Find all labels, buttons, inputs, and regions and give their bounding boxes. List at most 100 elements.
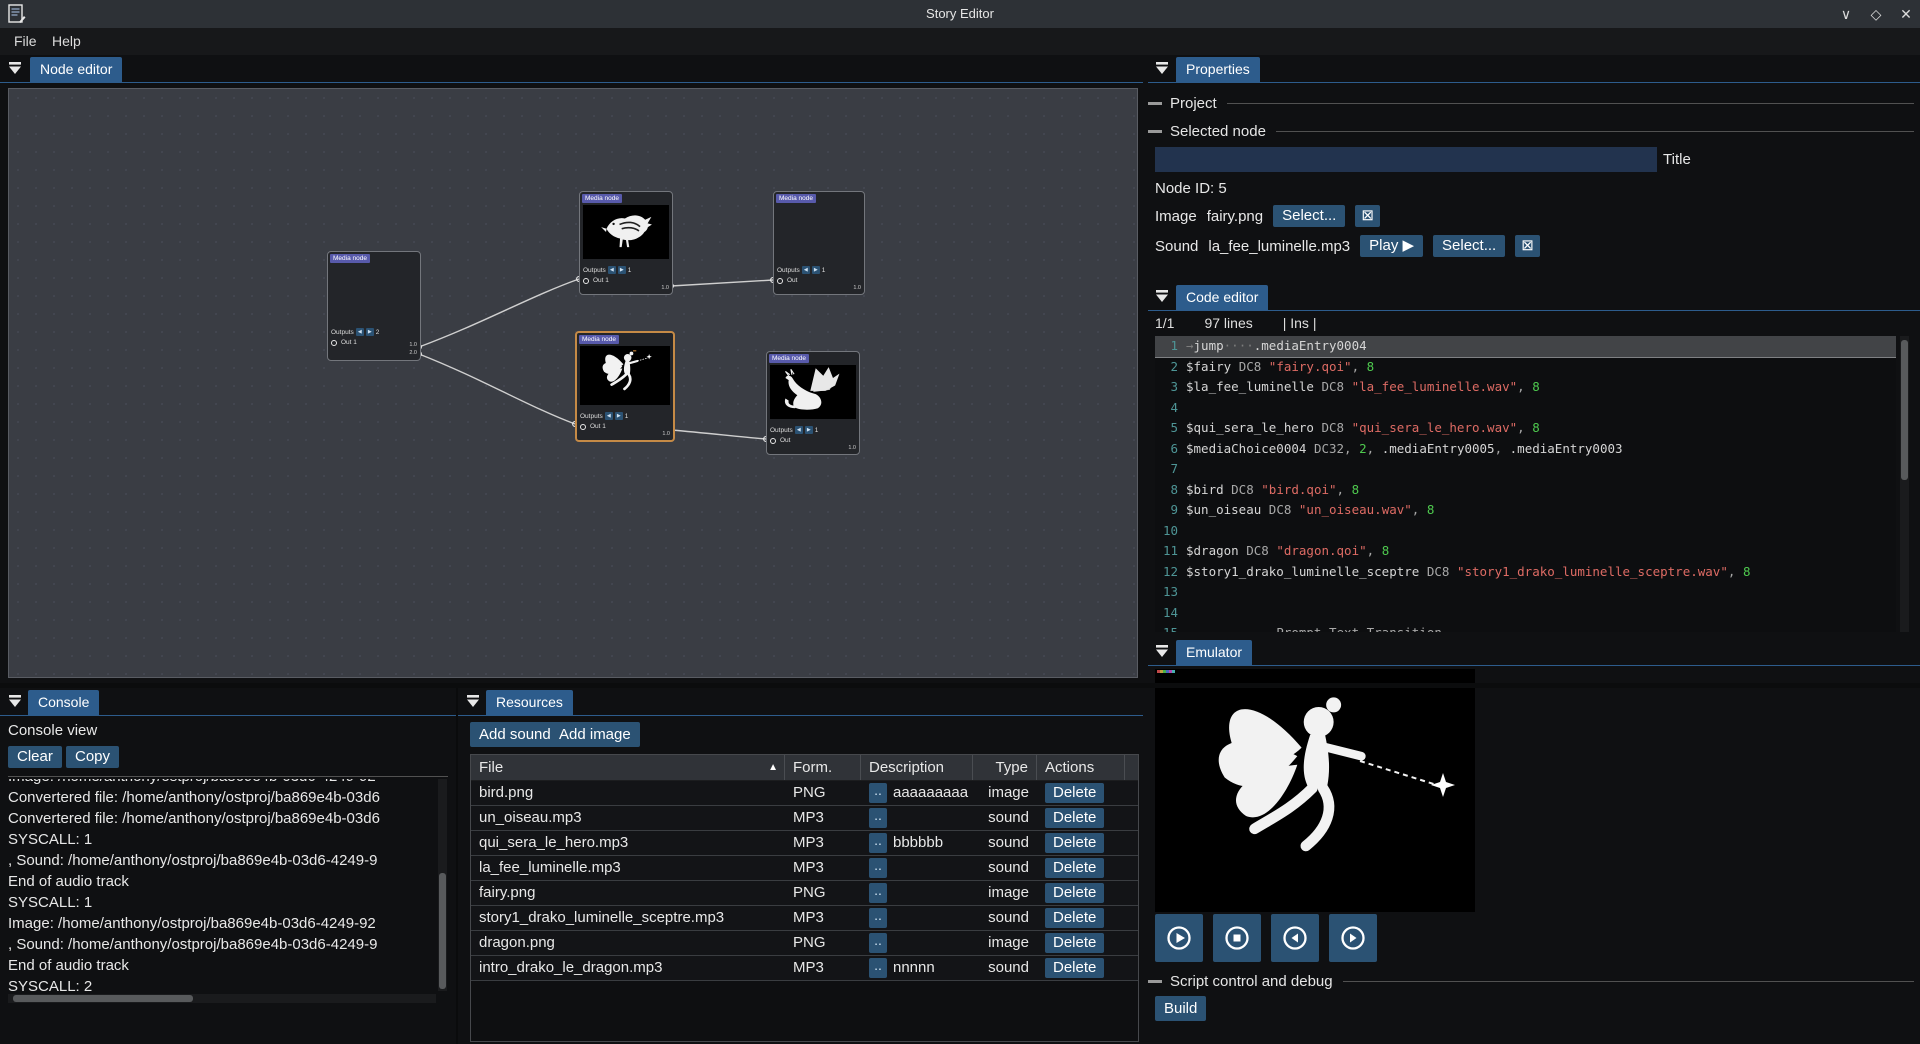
output-pin-label[interactable]: 1.0 bbox=[848, 445, 856, 451]
code-line[interactable]: 5$qui_sera_le_hero DC8 "qui_sera_le_hero… bbox=[1155, 418, 1896, 439]
node-dragon[interactable]: Media nodeOutputs◀▶1Out1.0 bbox=[766, 351, 860, 455]
code-line[interactable]: 12$story1_drako_luminelle_sceptre DC8 "s… bbox=[1155, 562, 1896, 583]
tab-node-editor[interactable]: Node editor bbox=[30, 57, 122, 82]
console-horizontal-scrollbar[interactable] bbox=[8, 994, 436, 1003]
collapse-panel-icon[interactable] bbox=[466, 695, 480, 708]
edit-description-button[interactable]: .. bbox=[869, 908, 887, 928]
edit-description-button[interactable]: .. bbox=[869, 958, 887, 978]
tab-properties[interactable]: Properties bbox=[1176, 57, 1260, 82]
code-line[interactable]: 14 bbox=[1155, 603, 1896, 624]
code-line[interactable]: 10 bbox=[1155, 521, 1896, 542]
play-button[interactable] bbox=[1155, 914, 1203, 962]
sort-ascending-icon[interactable]: ▲ bbox=[768, 755, 778, 780]
add-image-button[interactable]: Add image bbox=[550, 722, 640, 747]
code-line[interactable]: 11$dragon DC8 "dragon.qoi", 8 bbox=[1155, 541, 1896, 562]
menu-file[interactable]: File bbox=[8, 28, 43, 55]
delete-button[interactable]: Delete bbox=[1045, 808, 1104, 828]
output-pin-label[interactable]: 1.0 bbox=[662, 431, 670, 437]
build-button[interactable]: Build bbox=[1155, 996, 1206, 1021]
table-row[interactable]: bird.pngPNG..aaaaaaaaaimageDelete bbox=[471, 781, 1138, 806]
decrement-output-icon[interactable]: ◀ bbox=[795, 426, 803, 434]
node-choice[interactable]: Media nodeOutputs◀▶1Out1.0 bbox=[773, 191, 865, 295]
collapse-panel-icon[interactable] bbox=[8, 695, 22, 708]
code-line[interactable]: 13 bbox=[1155, 582, 1896, 603]
output-pin-label[interactable]: 1.0 bbox=[661, 285, 669, 291]
input-pin-icon[interactable] bbox=[583, 278, 589, 284]
code-line[interactable]: 15 Prompt Text Transition bbox=[1155, 623, 1896, 632]
collapse-panel-icon[interactable] bbox=[1155, 290, 1169, 303]
tab-resources[interactable]: Resources bbox=[486, 690, 573, 715]
table-row[interactable]: fairy.pngPNG..imageDelete bbox=[471, 881, 1138, 906]
tab-console[interactable]: Console bbox=[28, 690, 99, 715]
delete-button[interactable]: Delete bbox=[1045, 958, 1104, 978]
increment-output-icon[interactable]: ▶ bbox=[615, 412, 623, 420]
edit-description-button[interactable]: .. bbox=[869, 883, 887, 903]
input-pin-icon[interactable] bbox=[777, 278, 783, 284]
code-editor-text[interactable]: 1→jump····.mediaEntry00042$fairy DC8 "fa… bbox=[1155, 336, 1896, 632]
delete-button[interactable]: Delete bbox=[1045, 783, 1104, 803]
edit-description-button[interactable]: .. bbox=[869, 808, 887, 828]
collapse-panel-icon[interactable] bbox=[1155, 62, 1169, 75]
add-sound-button[interactable]: Add sound bbox=[470, 722, 560, 747]
tab-emulator[interactable]: Emulator bbox=[1176, 640, 1252, 665]
image-select-button[interactable]: Select... bbox=[1273, 205, 1345, 227]
delete-button[interactable]: Delete bbox=[1045, 858, 1104, 878]
decrement-output-icon[interactable]: ◀ bbox=[605, 412, 613, 420]
code-line[interactable]: 6$mediaChoice0004 DC32, 2, .mediaEntry00… bbox=[1155, 439, 1896, 460]
column-header-actions[interactable]: Actions bbox=[1037, 755, 1125, 780]
input-pin-icon[interactable] bbox=[580, 424, 586, 430]
tab-code-editor[interactable]: Code editor bbox=[1176, 285, 1268, 310]
output-pin-label[interactable]: 1.0 bbox=[409, 342, 417, 348]
delete-button[interactable]: Delete bbox=[1045, 833, 1104, 853]
code-line[interactable]: 1→jump····.mediaEntry0004 bbox=[1155, 336, 1896, 357]
code-line[interactable]: 3$la_fee_luminelle DC8 "la_fee_luminelle… bbox=[1155, 377, 1896, 398]
node-graph-canvas[interactable]: Media nodeOutputs◀▶2Out 11.02.0Media nod… bbox=[8, 88, 1138, 678]
decrement-output-icon[interactable]: ◀ bbox=[608, 266, 616, 274]
node-fairy[interactable]: Media nodeOutputs◀▶1Out 11.0 bbox=[575, 331, 675, 442]
table-row[interactable]: story1_drako_luminelle_sceptre.mp3MP3..s… bbox=[471, 906, 1138, 931]
edit-description-button[interactable]: .. bbox=[869, 933, 887, 953]
code-vertical-scrollbar[interactable] bbox=[1900, 336, 1909, 632]
image-clear-button[interactable]: ⊠ bbox=[1355, 205, 1380, 227]
delete-button[interactable]: Delete bbox=[1045, 933, 1104, 953]
code-line[interactable]: 7 bbox=[1155, 459, 1896, 480]
increment-output-icon[interactable]: ▶ bbox=[812, 266, 820, 274]
title-input[interactable] bbox=[1155, 147, 1657, 172]
column-header-description[interactable]: Description bbox=[861, 755, 973, 780]
output-pin-label[interactable]: 2.0 bbox=[409, 350, 417, 356]
table-row[interactable]: dragon.pngPNG..imageDelete bbox=[471, 931, 1138, 956]
close-icon[interactable]: ✕ bbox=[1898, 6, 1914, 23]
sound-select-button[interactable]: Select... bbox=[1433, 235, 1505, 257]
edit-description-button[interactable]: .. bbox=[869, 858, 887, 878]
delete-button[interactable]: Delete bbox=[1045, 883, 1104, 903]
column-header-type[interactable]: Type bbox=[973, 755, 1037, 780]
delete-button[interactable]: Delete bbox=[1045, 908, 1104, 928]
clear-button[interactable]: Clear bbox=[8, 746, 62, 768]
table-row[interactable]: un_oiseau.mp3MP3..soundDelete bbox=[471, 806, 1138, 831]
column-header-file[interactable]: File▲ bbox=[471, 755, 785, 780]
sound-clear-button[interactable]: ⊠ bbox=[1515, 235, 1540, 257]
forward-button[interactable] bbox=[1329, 914, 1377, 962]
node-start[interactable]: Media nodeOutputs◀▶2Out 11.02.0 bbox=[327, 251, 421, 361]
back-button[interactable] bbox=[1271, 914, 1319, 962]
code-line[interactable]: 2$fairy DC8 "fairy.qoi", 8 bbox=[1155, 357, 1896, 378]
increment-output-icon[interactable]: ▶ bbox=[618, 266, 626, 274]
sound-play-button[interactable]: Play ▶ bbox=[1360, 235, 1423, 257]
table-row[interactable]: la_fee_luminelle.mp3MP3..soundDelete bbox=[471, 856, 1138, 881]
node-bird[interactable]: Media nodeOutputs◀▶1Out 11.0 bbox=[579, 191, 673, 295]
code-line[interactable]: 8$bird DC8 "bird.qoi", 8 bbox=[1155, 480, 1896, 501]
increment-output-icon[interactable]: ▶ bbox=[805, 426, 813, 434]
table-row[interactable]: qui_sera_le_hero.mp3MP3..bbbbbbsoundDele… bbox=[471, 831, 1138, 856]
output-pin-label[interactable]: 1.0 bbox=[853, 285, 861, 291]
input-pin-icon[interactable] bbox=[770, 438, 776, 444]
collapse-panel-icon[interactable] bbox=[8, 62, 22, 75]
input-pin-icon[interactable] bbox=[331, 340, 337, 346]
maximize-icon[interactable]: ◇ bbox=[1868, 6, 1884, 23]
decrement-output-icon[interactable]: ◀ bbox=[356, 328, 364, 336]
increment-output-icon[interactable]: ▶ bbox=[366, 328, 374, 336]
column-header-form[interactable]: Form. bbox=[785, 755, 861, 780]
edit-description-button[interactable]: .. bbox=[869, 833, 887, 853]
table-row[interactable]: intro_drako_le_dragon.mp3MP3..nnnnnsound… bbox=[471, 956, 1138, 981]
code-line[interactable]: 9$un_oiseau DC8 "un_oiseau.wav", 8 bbox=[1155, 500, 1896, 521]
copy-button[interactable]: Copy bbox=[66, 746, 119, 768]
